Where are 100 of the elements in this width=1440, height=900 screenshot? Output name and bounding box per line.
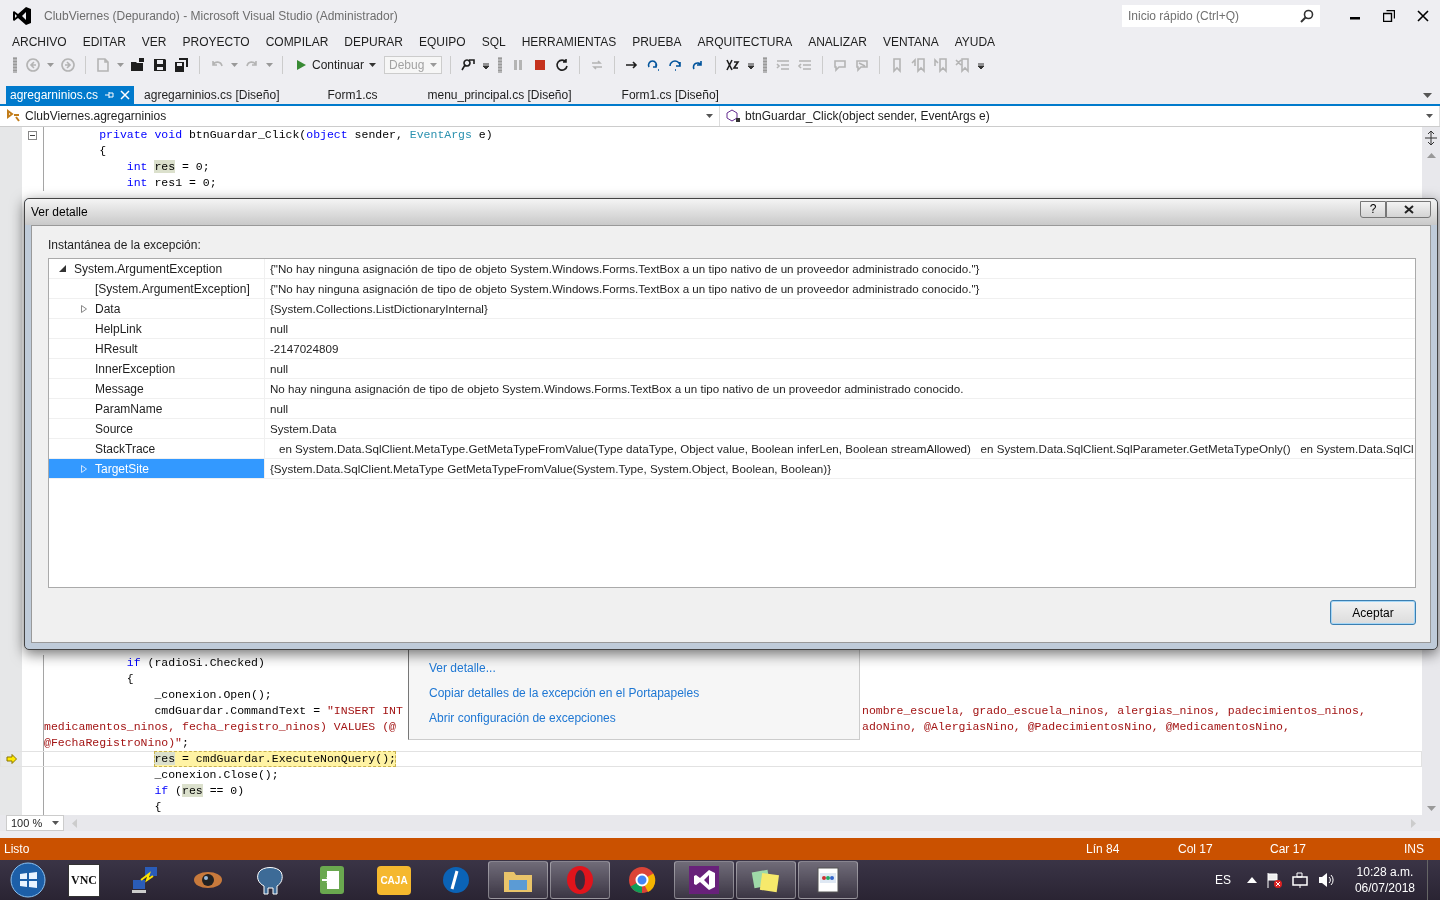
caret-icon [369,63,377,67]
folder-icon[interactable] [130,57,146,73]
member-dropdown[interactable]: btnGuardar_Click(object sender, EventArgs e) [720,106,1440,126]
help-button[interactable]: ? [1360,200,1386,218]
property-name: StackTrace [95,441,156,456]
document-tab[interactable]: Form1.cs [Diseño] [617,86,723,104]
property-value: null [270,362,289,375]
method-icon [726,109,742,123]
property-name: HelpLink [95,321,142,336]
property-row[interactable]: StackTrace [49,439,265,458]
menu-item[interactable]: PRUEBA [624,35,690,49]
column-number: Col 17 [1178,842,1214,856]
menu-item[interactable]: DEPURAR [336,35,411,49]
overflow-icon[interactable] [747,60,756,70]
menu-item[interactable]: VENTANA [874,35,947,49]
menu-item[interactable]: PROYECTO [174,35,258,49]
action-link[interactable]: Abrir configuración de excepciones [429,710,859,727]
close-icon[interactable] [1417,10,1429,22]
language-indicator[interactable]: ES [1214,873,1231,887]
overflow-icon[interactable] [977,60,986,70]
continue-button[interactable]: Continuar [291,56,381,74]
property-value: No hay ninguna asignación de tipo de objeto System.Windows.Forms.TextBox a un tipo nativo de un proveedor administrado conocido. [270,382,964,395]
property-row[interactable]: InnerException [49,359,265,378]
code-line: if (radioSi.Checked) [126,655,265,671]
menu-item[interactable]: AYUDA [946,35,1004,49]
property-row[interactable]: [System.ArgumentException] [49,279,265,298]
execution-arrow-icon [5,754,17,764]
app-logo: CAJA [377,865,411,895]
property-name: Data [95,301,121,316]
taskbar-button[interactable]: VNC [54,861,114,899]
property-name: ParamName [95,401,163,416]
document-tab[interactable]: agregarninios.cs [Diseño] [140,86,284,104]
overflow-icon[interactable] [482,60,491,70]
property-value: System.Data [270,422,337,435]
caret-icon [430,63,438,67]
action-link[interactable]: Copiar detalles de la excepción en el Portapapeles [429,685,859,702]
menu-item[interactable]: VER [133,35,175,49]
visual-studio-logo [12,6,32,26]
taskbar-button[interactable] [488,861,548,899]
code-line: cmdGuardar.CommandText = "INSERT INT [154,703,403,719]
collapse-icon[interactable] [28,130,37,140]
taskbar-button[interactable] [798,861,858,899]
search-icon[interactable] [1300,9,1314,23]
property-value: {"No hay ninguna asignación de tipo de objeto System.Windows.Forms.TextBox a un tipo nativo de un proveedor administrado conocido."} [270,262,980,275]
find-icon[interactable] [460,57,477,73]
menu-item[interactable]: ARCHIVO [4,35,75,49]
property-value: null [270,402,289,415]
property-name: Message [95,381,144,396]
menu-item[interactable]: EDITAR [74,35,134,49]
property-row[interactable]: HResult [49,339,265,358]
code-line: if (res == 0) [154,783,245,799]
menu-item[interactable]: EQUIPO [411,35,474,49]
restore-icon[interactable] [1383,10,1395,22]
type-dropdown[interactable]: ClubViernes.agregarninios [0,106,720,126]
close-button[interactable] [1386,200,1431,218]
flag-icon[interactable] [1264,871,1283,889]
collapse-arrow-icon[interactable] [59,265,66,272]
clock-time[interactable]: 10:28 a.m. [1356,864,1414,880]
pin-icon[interactable] [104,90,115,100]
save-all-icon[interactable] [174,57,190,73]
property-row[interactable]: ParamName [49,399,265,418]
property-row[interactable]: Data [49,299,265,318]
start-button[interactable] [10,862,46,898]
clock-date[interactable]: 06/07/2018 [1354,880,1415,896]
expand-arrow-icon[interactable] [80,304,87,313]
save-icon[interactable] [152,57,168,73]
property-value: {System.Data.SqlClient.MetaType GetMetaTypeFromValue(System.Type, System.Object, Boolean, Boolean)} [270,462,832,475]
caret-icon[interactable] [1423,92,1432,98]
network-icon[interactable] [1290,871,1309,889]
accept-button[interactable]: Aceptar [1330,600,1416,625]
taskbar-button[interactable] [674,861,734,899]
document-tab[interactable]: agregarninios.cs [6,86,135,104]
menu-item[interactable]: HERRAMIENTAS [513,35,625,49]
document-tab[interactable]: Form1.cs [323,86,382,104]
quick-launch-field[interactable]: Inicio rápido (Ctrl+Q) [1122,5,1320,27]
property-row[interactable]: Source [49,419,265,438]
zoom-dropdown[interactable]: 100 % [6,815,64,831]
taskbar-button[interactable] [736,861,796,899]
splitter-icon[interactable] [1425,131,1437,145]
action-link[interactable]: Ver detalle... [429,660,859,677]
character-number: Car 17 [1270,842,1307,856]
infinity-logo-icon [687,864,721,896]
menu-item[interactable]: SQL [473,35,514,49]
line-number: Lín 84 [1086,842,1121,856]
show-hidden-icons[interactable] [1246,877,1257,883]
volume-icon[interactable] [1316,871,1335,889]
property-name: HResult [95,341,138,356]
menu-item[interactable]: ARQUITECTURA [689,35,801,49]
hex-icon[interactable] [725,57,742,73]
property-row[interactable]: Message [49,379,265,398]
property-row[interactable]: HelpLink [49,319,265,338]
code-line: medicamentos_ninos, fecha_registro_ninos) VALUES (@ [44,719,396,735]
restart-icon[interactable] [554,57,571,73]
property-row[interactable]: System.ArgumentException [49,259,265,278]
code-line: int res = 0; [126,159,210,175]
class-icon [6,109,22,123]
menu-item[interactable]: ANALIZAR [800,35,875,49]
menu-item[interactable]: COMPILAR [257,35,337,49]
close-icon [1403,204,1414,214]
document-tab[interactable]: menu_principal.cs [Diseño] [423,86,576,104]
